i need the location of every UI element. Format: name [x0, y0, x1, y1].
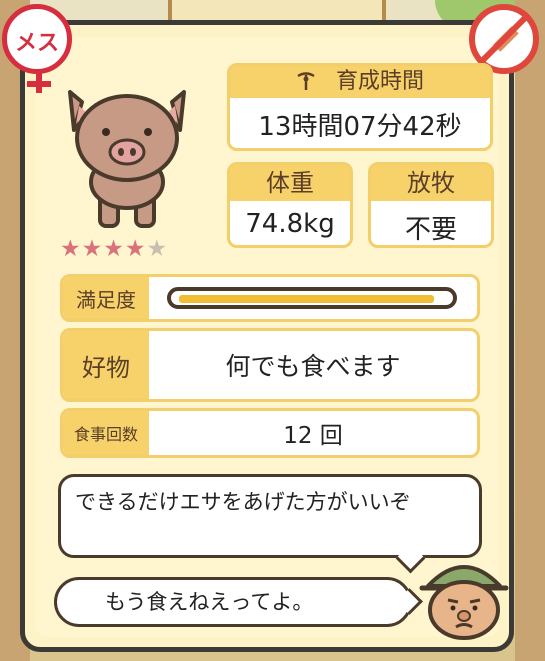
growth-time-value: 13時間07分42秒 [258, 112, 462, 142]
whistle-icon [297, 72, 315, 90]
favorite-food-row: 好物 何でも食べます [60, 328, 480, 402]
growth-time-label: 育成時間 [335, 69, 424, 94]
farmer-avatar [419, 565, 509, 640]
star-icon: ★ [124, 236, 147, 262]
satisfaction-row: 満足度 [60, 274, 480, 322]
star-icon: ★ [60, 236, 82, 262]
growth-time-box: 育成時間 13時間07分42秒 [227, 63, 493, 151]
pig-icon [68, 90, 186, 228]
rating-stars: ★★★★★ [60, 236, 168, 262]
speech-bubble-status: もう食えねえってよ。 [54, 577, 412, 627]
gender-label: メス [14, 31, 59, 56]
weight-box: 体重 74.8kg [227, 162, 353, 248]
grazing-label: 放牧 [371, 165, 491, 201]
grazing-box: 放牧 不要 [368, 162, 494, 248]
grazing-value: 不要 [404, 215, 457, 245]
star-icon: ★ [81, 236, 104, 262]
star-empty-icon: ★ [146, 236, 169, 262]
favorite-food-label: 好物 [63, 331, 149, 399]
female-icon: メス [2, 4, 72, 93]
satisfaction-bar-fill [179, 295, 434, 303]
satisfaction-bar [167, 287, 457, 309]
background-fence-right [515, 0, 545, 661]
satisfaction-label: 満足度 [63, 277, 149, 319]
star-icon: ★ [103, 236, 125, 262]
weight-label: 体重 [230, 165, 350, 201]
meal-count-row: 食事回数 12 回 [60, 408, 480, 458]
weight-value: 74.8kg [245, 209, 335, 239]
favorite-food-value: 何でも食べます [225, 352, 401, 381]
speech-bubble-advice: できるだけエサをあげた方がいいぞ [58, 474, 482, 558]
meal-count-label: 食事回数 [63, 411, 149, 455]
meal-count-value: 12 回 [283, 423, 343, 449]
